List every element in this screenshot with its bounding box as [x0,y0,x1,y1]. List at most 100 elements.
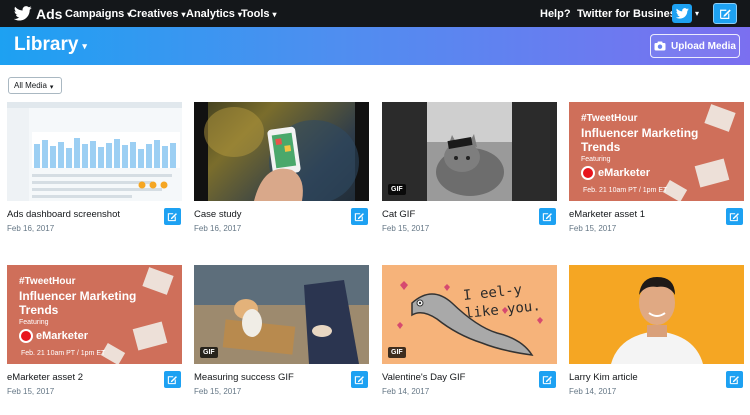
media-date: Feb 16, 2017 [7,224,55,233]
media-card[interactable]: GIF Measuring success GIF Feb 15, 2017 [194,265,369,415]
media-date: Feb 15, 2017 [569,224,617,233]
library-title-menu[interactable]: Library ▾ [14,34,87,56]
promo-hashtag: #TweetHour [19,276,76,287]
media-date: Feb 14, 2017 [569,387,617,396]
compose-icon [719,9,731,19]
page-title: Library [14,34,79,55]
media-card[interactable]: Ads dashboard screenshot Feb 16, 2017 [7,102,182,252]
promo-headline-line: Trends [581,140,621,154]
twitter-bird-icon [14,6,32,21]
nav-campaigns[interactable]: Campaigns ▾ [65,0,131,27]
library-header: Library ▾ Upload Media [0,27,750,65]
brand[interactable]: Ads [14,4,62,23]
help-label: Help? [540,7,571,20]
media-date: Feb 15, 2017 [7,387,55,396]
media-card[interactable]: GIF Cat GIF Feb 15, 2017 [382,102,557,252]
promo-headline: Influencer Marketing Trends [581,126,698,154]
dashboard-topbar [7,102,182,108]
dashboard-chart [32,132,180,168]
account-avatar[interactable] [672,4,692,23]
media-date: Feb 15, 2017 [194,387,242,396]
media-title[interactable]: Ads dashboard screenshot [7,209,120,220]
emarketer-logo: eMarketer [19,329,88,343]
chevron-down-icon: ▾ [82,40,87,51]
emarketer-logo-text: eMarketer [36,330,88,342]
promo-featuring: Featuring [19,319,49,326]
compose-tweet-button[interactable] [713,3,737,24]
media-title[interactable]: Cat GIF [382,209,415,220]
help-link[interactable]: Help? [540,0,571,27]
nav-creatives-label: Creatives [129,7,179,20]
compose-icon [167,376,177,385]
media-card[interactable]: Larry Kim article Feb 14, 2017 [569,265,744,415]
media-date: Feb 16, 2017 [194,224,242,233]
media-thumbnail[interactable] [194,102,369,201]
compose-icon [167,213,177,222]
compose-icon [542,376,552,385]
brand-name: Ads [36,5,63,22]
chevron-down-icon: ▾ [272,10,277,19]
nav-tools[interactable]: Tools ▾ [241,0,277,27]
top-navigation-bar: Ads Campaigns ▾ Creatives ▾ Analytics ▾ Too… [0,0,750,27]
edit-media-button[interactable] [164,371,181,388]
media-thumbnail[interactable]: GIF [382,102,557,201]
gif-badge: GIF [388,184,406,195]
edit-media-button[interactable] [164,208,181,225]
chevron-down-icon[interactable]: ▾ [695,0,699,27]
media-date: Feb 15, 2017 [382,224,430,233]
phone-photo-illustration [194,102,369,201]
media-thumbnail[interactable] [569,265,744,364]
emarketer-logo-mark [19,329,33,343]
media-title[interactable]: eMarketer asset 1 [569,209,645,220]
upload-media-button[interactable]: Upload Media [650,34,740,58]
dashboard-sidebar [7,108,29,201]
paper-decoration [704,104,736,132]
paper-decoration [694,158,730,188]
media-card[interactable]: Case study Feb 16, 2017 [194,102,369,252]
edit-media-button[interactable] [539,371,556,388]
promo-hashtag: #TweetHour [581,113,638,124]
edit-media-button[interactable] [539,208,556,225]
gif-badge: GIF [388,347,406,358]
nav-analytics[interactable]: Analytics ▾ [186,0,242,27]
compose-icon [354,213,364,222]
media-filter-dropdown[interactable]: All Media ▾ [8,77,62,94]
upload-media-label: Upload Media [670,40,736,52]
media-thumbnail[interactable]: I eel-y like you. GIF [382,265,557,364]
nav-creatives[interactable]: Creatives ▾ [129,0,186,27]
media-card[interactable]: #TweetHour Influencer Marketing Trends F… [569,102,744,252]
media-title[interactable]: Measuring success GIF [194,372,294,383]
media-thumbnail[interactable]: #TweetHour Influencer Marketing Trends F… [569,102,744,201]
media-date: Feb 14, 2017 [382,387,430,396]
gif-badge: GIF [200,347,218,358]
edit-media-button[interactable] [726,371,743,388]
camera-icon [654,41,666,51]
emarketer-logo: eMarketer [581,166,650,180]
media-title[interactable]: eMarketer asset 2 [7,372,83,383]
dashboard-status-dots [138,181,168,189]
edit-media-button[interactable] [351,371,368,388]
nav-analytics-label: Analytics [186,7,235,20]
media-thumbnail[interactable]: #TweetHour Influencer Marketing Trends F… [7,265,182,364]
media-title[interactable]: Case study [194,209,242,220]
promo-event-time: Feb. 21 10am PT / 1pm ET [21,350,106,357]
nav-tools-label: Tools [241,7,270,20]
media-thumbnail[interactable]: GIF [194,265,369,364]
media-title[interactable]: Valentine's Day GIF [382,372,465,383]
emarketer-logo-mark [581,166,595,180]
portrait-illustration [611,277,703,364]
media-title[interactable]: Larry Kim article [569,372,638,383]
promo-featuring: Featuring [581,156,611,163]
promo-event-time: Feb. 21 10am PT / 1pm ET [583,187,668,194]
media-thumbnail[interactable] [7,102,182,201]
promo-headline-line: Influencer Marketing [581,126,699,140]
chevron-down-icon: ▾ [181,10,186,19]
edit-media-button[interactable] [726,208,743,225]
promo-headline-line: Trends [19,303,59,317]
edit-media-button[interactable] [351,208,368,225]
media-card[interactable]: #TweetHour Influencer Marketing Trends F… [7,265,182,415]
paper-decoration [142,267,174,295]
twitter-bird-icon [675,8,689,19]
emarketer-logo-text: eMarketer [598,167,650,179]
media-card[interactable]: I eel-y like you. GIF Valentine's Day GI… [382,265,557,415]
